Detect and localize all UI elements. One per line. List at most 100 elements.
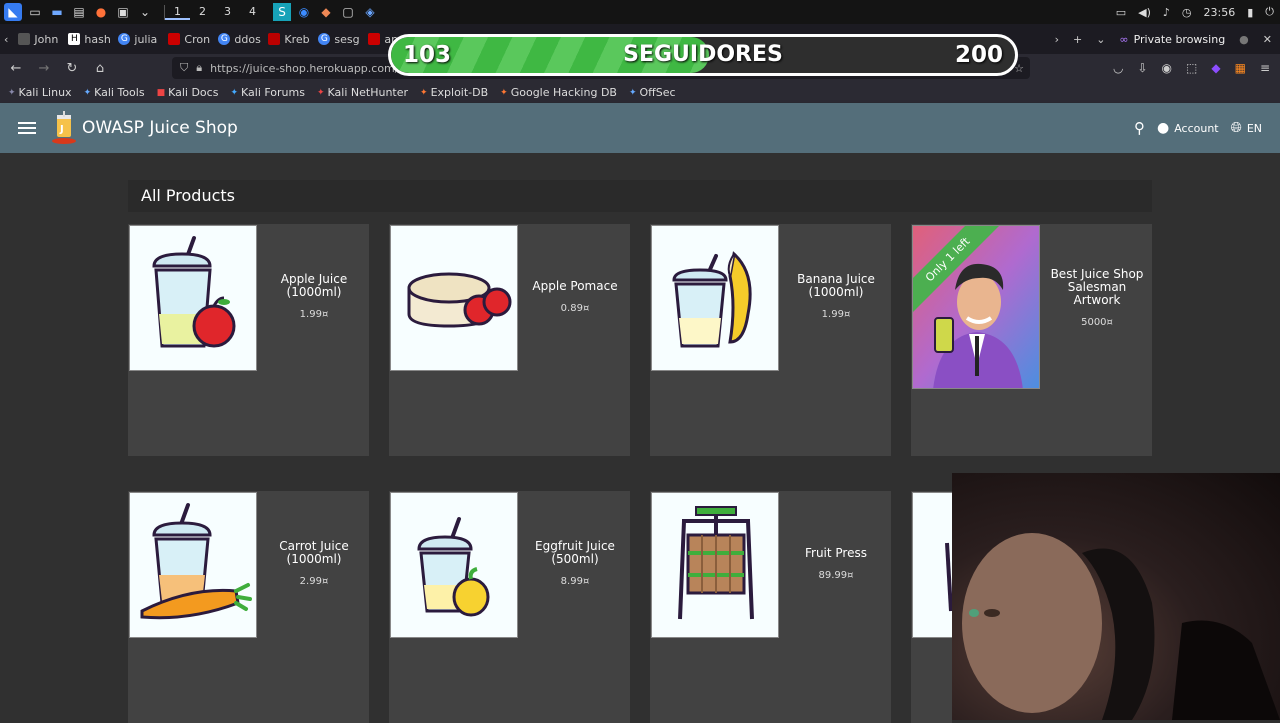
- juice-shop-logo-icon[interactable]: J: [50, 111, 78, 145]
- product-card[interactable]: Carrot Juice (1000ml) 2.99¤: [128, 491, 369, 723]
- app-icon-browser[interactable]: ◉: [295, 3, 313, 21]
- files-icon[interactable]: ▬: [48, 3, 66, 21]
- product-card[interactable]: Only 1 left Best Juice Shop Salesman Art…: [911, 224, 1152, 456]
- bookmark-kali-tools[interactable]: ✦ Kali Tools: [84, 86, 145, 99]
- workspace-switcher: 1 2 3 4: [164, 4, 265, 20]
- text-editor-icon[interactable]: ▤: [70, 3, 88, 21]
- product-info: Eggfruit Juice (500ml) 8.99¤: [522, 540, 628, 588]
- close-window-icon[interactable]: ✕: [1263, 33, 1272, 46]
- lock-icon[interactable]: ▮: [1247, 6, 1253, 19]
- bookmark-label: Kali Forums: [241, 86, 305, 99]
- product-name: Banana Juice (1000ml): [797, 272, 875, 299]
- workspace-2[interactable]: 2: [190, 5, 215, 20]
- product-card[interactable]: Banana Juice (1000ml) 1.99¤: [650, 224, 891, 456]
- extension-orange-icon[interactable]: ▦: [1235, 61, 1246, 75]
- tab-label: julia: [134, 32, 158, 46]
- tab-label: hash: [84, 32, 111, 46]
- workspace-3[interactable]: 3: [215, 5, 240, 20]
- bookmark-kali-nethunter[interactable]: ✦ Kali NetHunter: [317, 86, 408, 99]
- app-icon-s[interactable]: S: [273, 3, 291, 21]
- extension-purple-icon[interactable]: ◆: [1211, 61, 1220, 75]
- app-icon-window[interactable]: ▢: [339, 3, 357, 21]
- product-card[interactable]: Fruit Press 89.99¤: [650, 491, 891, 723]
- app-menu-icon[interactable]: ≡: [1260, 61, 1270, 75]
- firefox-icon[interactable]: ●: [92, 3, 110, 21]
- display-icon[interactable]: ▭: [1116, 6, 1126, 19]
- product-info: Carrot Juice (1000ml) 2.99¤: [261, 540, 367, 588]
- language-button[interactable]: 🌐︎ EN: [1231, 120, 1262, 136]
- ghdb-icon: ✦: [500, 87, 508, 98]
- workspace-4[interactable]: 4: [240, 5, 265, 20]
- product-name: Eggfruit Juice (500ml): [535, 539, 615, 566]
- home-icon[interactable]: ⌂: [88, 61, 112, 76]
- reload-icon[interactable]: ↻: [60, 61, 84, 76]
- browser-tab[interactable]: Gddos: [212, 33, 262, 46]
- bookmark-kali-docs[interactable]: ■ Kali Docs: [157, 86, 219, 99]
- pocket-icon[interactable]: ◡: [1113, 61, 1123, 75]
- back-arrow-icon[interactable]: ←: [4, 61, 28, 76]
- site-permissions-icon[interactable]: ⛉: [180, 61, 188, 75]
- tab-list-chevron-icon[interactable]: ⌄: [1096, 33, 1105, 46]
- bookmark-kali-forums[interactable]: ✦ Kali Forums: [230, 86, 305, 99]
- product-price: 89.99¤: [818, 570, 854, 581]
- product-card[interactable]: Apple Pomace 0.89¤: [389, 224, 630, 456]
- workspace-1[interactable]: 1: [165, 5, 190, 20]
- power-icon[interactable]: ⏻: [1265, 5, 1274, 19]
- account-icon[interactable]: ◉: [1162, 61, 1172, 75]
- app-title[interactable]: OWASP Juice Shop: [82, 118, 238, 138]
- browser-tab[interactable]: Hhash: [62, 33, 112, 46]
- terminal-icon[interactable]: ▣: [114, 3, 132, 21]
- bookmark-kali-linux[interactable]: ✦ Kali Linux: [8, 86, 72, 99]
- account-button[interactable]: ● Account: [1157, 120, 1219, 136]
- bookmark-label: Kali Docs: [168, 86, 219, 99]
- browser-tab[interactable]: Cron: [162, 33, 212, 46]
- product-image[interactable]: [651, 225, 779, 371]
- product-image[interactable]: [651, 492, 779, 638]
- bookmark-label: Exploit-DB: [430, 86, 489, 99]
- bookmark-google-hacking-db[interactable]: ✦ Google Hacking DB: [500, 86, 617, 99]
- notification-bell-icon[interactable]: ♪: [1163, 6, 1170, 19]
- product-card[interactable]: Apple Juice (1000ml) 1.99¤: [128, 224, 369, 456]
- kali-tools-icon: ✦: [83, 87, 92, 98]
- forward-arrow-icon[interactable]: →: [32, 61, 56, 76]
- kali-menu-icon[interactable]: ◣: [4, 3, 22, 21]
- browser-tab[interactable]: Kreb: [262, 33, 312, 46]
- lock-icon[interactable]: 🔒︎: [196, 61, 202, 75]
- extensions-icon[interactable]: ⬚: [1186, 61, 1197, 75]
- account-label: Account: [1174, 121, 1219, 135]
- product-image[interactable]: [129, 492, 257, 638]
- bookmark-exploit-db[interactable]: ✦ Exploit-DB: [420, 86, 488, 99]
- exploit-db-icon: ✦: [420, 87, 428, 98]
- volume-icon[interactable]: ◀): [1138, 6, 1151, 19]
- clock: 23:56: [1203, 5, 1236, 19]
- app-icon-burp[interactable]: ◆: [317, 3, 335, 21]
- globe-icon: 🌐︎: [1230, 120, 1242, 136]
- product-card[interactable]: [911, 491, 953, 723]
- hamburger-menu-icon[interactable]: [18, 122, 36, 134]
- browser-tab[interactable]: Gjulia: [112, 33, 162, 46]
- tab-label: John: [34, 32, 59, 46]
- product-image[interactable]: [912, 492, 953, 638]
- tab-scroll-left-icon[interactable]: ‹: [0, 33, 12, 46]
- desktop-icon[interactable]: ▭: [26, 3, 44, 21]
- bookmark-offsec[interactable]: ✦ OffSec: [629, 86, 676, 99]
- url-text[interactable]: https://juice-shop.herokuapp.com/#/: [210, 62, 411, 75]
- product-image[interactable]: [390, 225, 518, 371]
- product-image[interactable]: Only 1 left: [912, 225, 1040, 389]
- product-image[interactable]: [129, 225, 257, 371]
- browser-tab[interactable]: John: [12, 33, 62, 46]
- browser-tab[interactable]: Gsesg: [312, 33, 362, 46]
- eggfruit-juice-image: [417, 517, 490, 617]
- tab-scroll-right-icon[interactable]: ›: [1055, 33, 1059, 46]
- search-icon[interactable]: ⚲: [1134, 119, 1145, 137]
- chevron-down-icon[interactable]: ⌄: [136, 3, 154, 21]
- kali-forums-icon: ✦: [230, 87, 238, 98]
- new-tab-plus-icon[interactable]: +: [1073, 33, 1082, 46]
- app-icon-chat[interactable]: ◈: [361, 3, 379, 21]
- product-image[interactable]: [390, 492, 518, 638]
- bookmark-label: Kali Tools: [94, 86, 145, 99]
- product-card[interactable]: Eggfruit Juice (500ml) 8.99¤: [389, 491, 630, 723]
- minimize-icon[interactable]: ●: [1239, 33, 1249, 46]
- bookmarks-bar: ✦ Kali Linux ✦ Kali Tools ■ Kali Docs ✦ Kali…: [0, 82, 1280, 103]
- downloads-icon[interactable]: ⇩: [1137, 61, 1147, 75]
